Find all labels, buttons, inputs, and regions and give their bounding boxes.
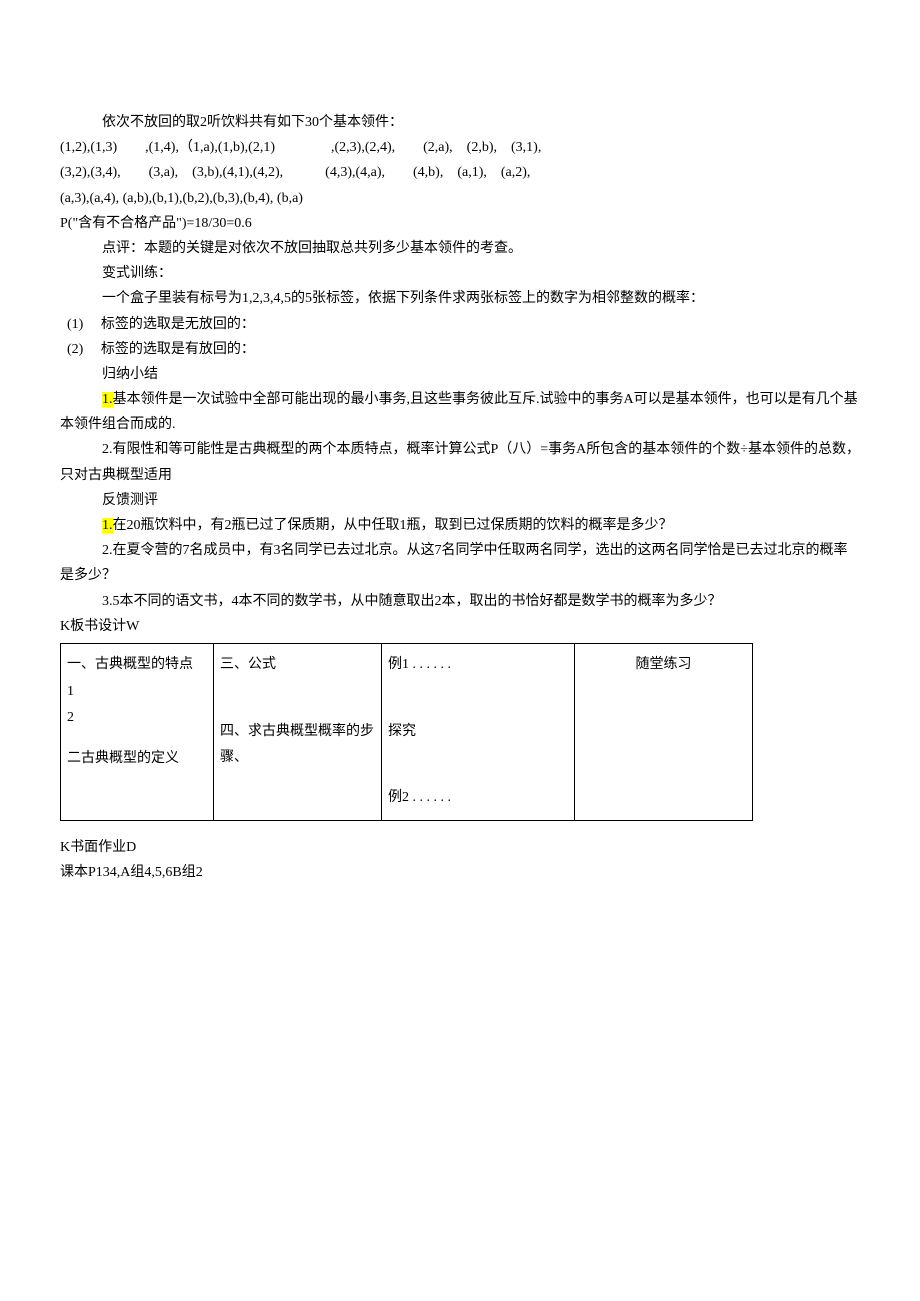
cell-line: 2: [67, 705, 207, 732]
section-heading: 变式训练：: [60, 261, 860, 286]
cell-line: 三、公式: [220, 652, 375, 679]
cell-line: 一、古典概型的特点: [67, 652, 207, 679]
board-cell-4: 随堂练习: [575, 643, 753, 820]
list-item: (2) 标签的选取是有放回的：: [60, 337, 860, 362]
comment-line: 点评：本题的关键是对依次不放回抽取总共列多少基本领件的考查。: [60, 236, 860, 261]
spacer: [388, 745, 568, 785]
board-cell-2: 三、公式 四、求古典概型概率的步骤、: [214, 643, 382, 820]
summary-item: 2.有限性和等可能性是古典概型的两个本质特点，概率计算公式P（八）=事务A所包含…: [60, 437, 860, 487]
summary-item: 1.基本领件是一次试验中全部可能出现的最小事务,且这些事务彼此互斥.试验中的事务…: [60, 387, 860, 437]
cell-line: 1: [67, 679, 207, 706]
cell-line: 例1 . . . . . .: [388, 652, 568, 679]
board-cell-1: 一、古典概型的特点 1 2 二古典概型的定义: [61, 643, 214, 820]
spacer: [388, 679, 568, 719]
paragraph: 依次不放回的取2听饮料共有如下30个基本领件：: [60, 110, 860, 135]
table-row: 一、古典概型的特点 1 2 二古典概型的定义 三、公式 四、求古典概型概率的步骤…: [61, 643, 753, 820]
spacer: [67, 732, 207, 746]
list-item: (1) 标签的选取是无放回的：: [60, 312, 860, 337]
enum-line: (a,3),(a,4), (a,b),(b,1),(b,2),(b,3),(b,…: [60, 186, 860, 211]
section-heading: 归纳小结: [60, 362, 860, 387]
homework-label: K书面作业D: [60, 835, 860, 860]
summary-text: 基本领件是一次试验中全部可能出现的最小事务,且这些事务彼此互斥.试验中的事务A可…: [60, 392, 858, 432]
cell-line: 二古典概型的定义: [67, 746, 207, 773]
document-page: 依次不放回的取2听饮料共有如下30个基本领件： (1,2),(1,3) ,(1,…: [0, 0, 920, 945]
section-heading: 反馈测评: [60, 488, 860, 513]
spacer: [220, 679, 375, 719]
feedback-item: 1.在20瓶饮料中，有2瓶已过了保质期，从中任取1瓶，取到已过保质期的饮料的概率…: [60, 513, 860, 538]
cell-line: 四、求古典概型概率的步骤、: [220, 719, 375, 772]
enum-line: (3,2),(3,4), (3,a), (3,b),(4,1),(4,2), (…: [60, 160, 860, 185]
cell-line: 随堂练习: [581, 652, 746, 679]
feedback-text: 在20瓶饮料中，有2瓶已过了保质期，从中任取1瓶，取到已过保质期的饮料的概率是多…: [113, 518, 673, 533]
cell-line: 探究: [388, 719, 568, 746]
highlight: 1.: [102, 392, 113, 407]
probability-line: P("含有不合格产品")=18/30=0.6: [60, 211, 860, 236]
feedback-item: 2.在夏令营的7名成员中，有3名同学已去过北京。从这7名同学中任取两名同学，选出…: [60, 538, 860, 588]
problem-line: 一个盒子里装有标号为1,2,3,4,5的5张标签，依据下列条件求两张标签上的数字…: [60, 286, 860, 311]
homework-content: 课本P134,A组4,5,6B组2: [60, 860, 860, 885]
cell-line: 例2 . . . . . .: [388, 785, 568, 812]
board-design-label: K板书设计W: [60, 614, 860, 639]
board-design-table: 一、古典概型的特点 1 2 二古典概型的定义 三、公式 四、求古典概型概率的步骤…: [60, 643, 753, 821]
spacer: [60, 821, 860, 835]
board-cell-3: 例1 . . . . . . 探究 例2 . . . . . .: [382, 643, 575, 820]
enum-line: (1,2),(1,3) ,(1,4),（1,a),(1,b),(2,1) ,(2…: [60, 135, 860, 160]
highlight: 1.: [102, 518, 113, 533]
feedback-item: 3.5本不同的语文书，4本不同的数学书，从中随意取出2本，取出的书恰好都是数学书…: [60, 589, 860, 614]
